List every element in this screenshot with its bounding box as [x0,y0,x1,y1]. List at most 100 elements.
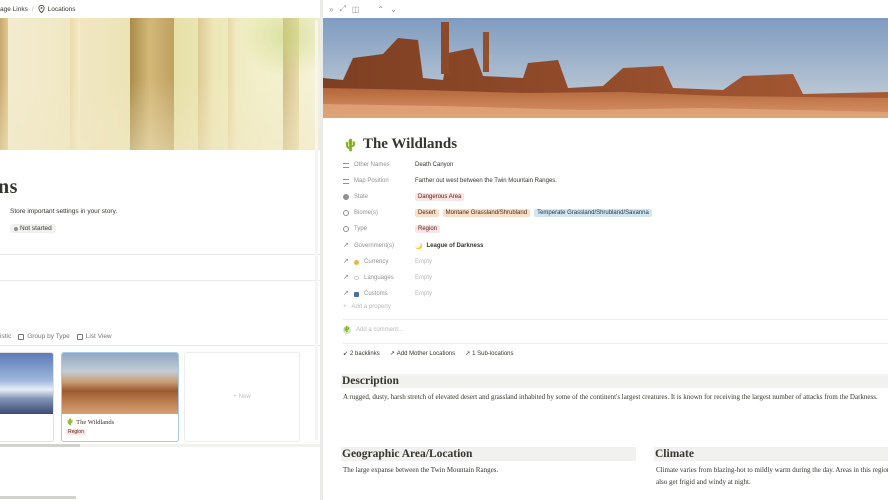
description-heading[interactable]: Description [341,374,888,388]
page-link-icon: 🌙 [415,243,423,250]
divider [0,345,320,346]
relation-arrow-icon: ↗ [343,242,349,249]
property-currency[interactable]: ↗ Currency Empty [343,255,888,269]
type-chip[interactable]: Region [415,225,441,233]
new-card-button[interactable]: + New [184,352,300,442]
desert-landscape-illustration [323,18,888,118]
property-name: ↗ Currency [343,258,415,265]
gallery-card-wildlands[interactable]: 🌵 The Wildlands Region [61,352,179,442]
geographic-heading[interactable]: Geographic Area/Location [341,447,636,461]
state-chip[interactable]: Dangerous Area [415,193,465,201]
gallery-card[interactable] [0,352,54,442]
scrollbar-thumb[interactable] [0,444,80,447]
property-other-names[interactable]: Other Names Death Canyon [343,158,888,172]
location-pin-icon [38,5,45,13]
property-label: Languages [364,275,394,281]
property-label: State [354,194,369,200]
property-value[interactable]: Empty [415,291,432,297]
status-label: Not started [20,225,52,232]
cover-image-forest [0,18,320,150]
cactus-icon: 🌵 [66,419,75,426]
property-name: ↗ Languages [343,274,415,281]
backlinks-button[interactable]: ↙ 2 backlinks [343,350,380,358]
backlinks-label: 2 backlinks [350,350,380,357]
arrow-up-icon[interactable]: ⌃ [377,5,384,14]
backlink-arrow-icon: ↙ [343,351,349,357]
fullscreen-icon[interactable]: ⤢ [339,4,345,14]
sub-locations-button[interactable]: ↗ 1 Sub-locations [465,350,514,358]
breadcrumb-locations[interactable]: Locations [48,6,76,13]
property-value[interactable]: Empty [415,259,432,265]
add-property-label: Add a property [351,304,391,310]
view-tab-label: Group by Type [27,333,70,340]
card-title-row: 🌵 The Wildlands [62,414,178,427]
right-pane-peek: » ⤢ ◫ ⌃ ⌄ 🌵 The Wildlands Other Names De… [323,0,888,500]
property-name: ↗ Customs [343,290,415,297]
customs-icon [354,291,359,297]
biome-chip[interactable]: Montane Grassland/Shrubland [442,209,531,217]
property-languages[interactable]: ↗ Languages Empty [343,271,888,285]
horizontal-scrollbar-bottom[interactable] [0,496,320,499]
status-icon [343,194,349,200]
view-tab-label: istic [0,333,12,340]
view-tab-group-by-type[interactable]: Group by Type [18,333,70,340]
description-text[interactable]: A rugged, dusty, harsh stretch of elevat… [343,391,888,403]
property-label: Customs [364,291,388,297]
list-icon [343,162,349,168]
vertical-scrollbar[interactable] [315,20,318,440]
page-title[interactable]: The Wildlands [363,136,457,153]
page-title-row: 🌵 The Wildlands [343,136,457,153]
property-name: Other Names [343,162,415,168]
climate-heading[interactable]: Climate [654,447,888,461]
peek-toolbar: » ⤢ ◫ ⌃ ⌄ [323,0,888,18]
cactus-icon[interactable]: 🌵 [343,138,358,152]
left-topbar: age Links / Locations [0,0,320,18]
property-label: Biome(s) [354,210,379,216]
relation-link[interactable]: League of Darkness [426,243,483,249]
property-value[interactable]: Death Canyon [415,162,453,168]
sidebar-peek-icon[interactable]: ◫ [352,5,360,14]
property-value: Desert Montane Grassland/Shrubland Tempe… [415,209,652,217]
property-type[interactable]: Type Region [343,222,888,236]
list-icon [343,178,349,184]
property-name: Map Position [343,178,415,184]
property-label: Map Position [354,178,389,184]
property-customs[interactable]: ↗ Customs Empty [343,287,888,301]
add-mother-locations-button[interactable]: ↗ Add Mother Locations [390,350,456,358]
new-card-label: New [238,394,251,400]
divider [0,254,320,255]
property-biomes[interactable]: Biome(s) Desert Montane Grassland/Shrubl… [343,206,888,220]
select-icon [343,226,349,232]
status-dot-icon [14,226,18,231]
card-type-tag: Region [66,429,86,435]
avatar: 🌵 [343,326,351,334]
relation-arrow-icon: ↗ [465,351,471,357]
comment-input[interactable]: 🌵 Add a comment... [343,326,403,334]
view-tab-realistic[interactable]: istic [0,333,11,340]
sub-locations-label: 1 Sub-locations [472,350,514,357]
comment-placeholder: Add a comment... [356,327,404,333]
horizontal-scrollbar[interactable] [0,444,320,447]
card-cover-mountains [0,353,53,414]
multi-select-icon [343,210,349,216]
climate-text[interactable]: Climate varies from blazing-hot to mildl… [656,464,888,488]
status-badge[interactable]: Not started [10,224,56,233]
geographic-text[interactable]: The large expanse between the Twin Mount… [343,464,633,476]
property-name: Type [343,226,415,232]
mother-locations-label: Add Mother Locations [396,350,456,357]
arrow-down-icon[interactable]: ⌄ [390,5,397,14]
property-value[interactable]: Farther out west between the Twin Mounta… [415,178,557,184]
expand-icon[interactable]: » [329,5,333,14]
scrollbar-thumb[interactable] [0,496,76,499]
breadcrumb-page-links[interactable]: age Links [0,6,28,13]
property-map-position[interactable]: Map Position Farther out west between th… [343,174,888,188]
biome-chip[interactable]: Desert [415,209,439,217]
property-state[interactable]: State Dangerous Area [343,190,888,204]
add-property-button[interactable]: + Add a property [343,304,391,310]
view-tab-list[interactable]: List View [76,333,112,340]
divider [0,280,320,281]
property-value[interactable]: Empty [415,275,432,281]
biome-chip[interactable]: Temperate Grassland/Shrubland/Savanna [534,209,652,217]
property-governments[interactable]: ↗ Government(s) 🌙 League of Darkness [343,239,888,253]
relation-arrow-icon: ↗ [343,274,349,281]
